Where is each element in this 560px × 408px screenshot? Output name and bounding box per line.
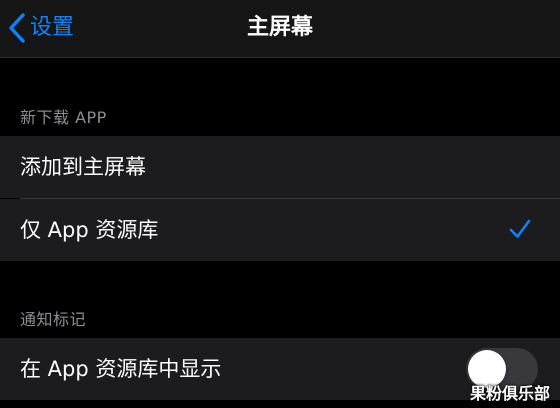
- section-header-notification-badges: 通知标记: [20, 310, 87, 329]
- option-add-to-home-screen[interactable]: 添加到主屏幕: [0, 136, 560, 198]
- section-header-new-downloads: 新下载 APP: [20, 108, 107, 127]
- option-label: 添加到主屏幕: [20, 155, 146, 179]
- option-app-library-only[interactable]: 仅 App 资源库: [0, 199, 560, 261]
- option-label: 仅 App 资源库: [20, 218, 159, 242]
- toggle-label: 在 App 资源库中显示: [20, 357, 222, 381]
- watermark-text: 果粉俱乐部: [469, 384, 550, 403]
- navigation-bar: 设置 主屏幕: [0, 0, 560, 58]
- checkmark-icon: [509, 219, 531, 238]
- page-title: 主屏幕: [246, 15, 313, 40]
